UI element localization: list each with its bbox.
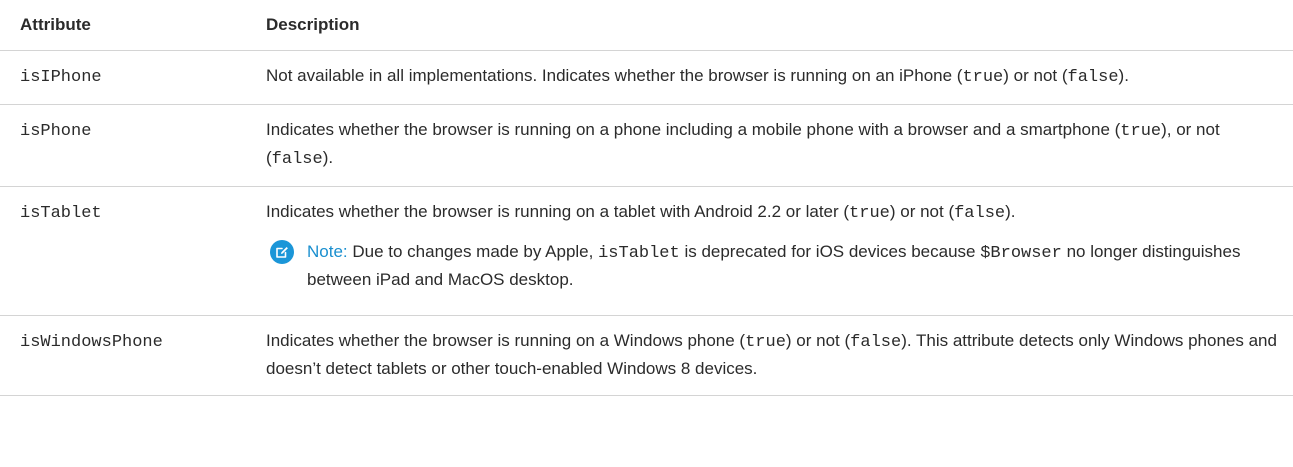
attribute-name: isIPhone	[0, 50, 266, 105]
header-description: Description	[266, 0, 1293, 51]
description-text: Not available in all implementations. In…	[266, 66, 963, 85]
table-row: isTablet Indicates whether the browser i…	[0, 186, 1293, 316]
description-text: ).	[322, 148, 334, 167]
code-false: false	[954, 204, 1006, 223]
description-text: ) or not (	[1003, 66, 1068, 85]
note-text: is deprecated for iOS devices because	[679, 242, 981, 261]
description-text: ) or not (	[785, 331, 851, 350]
attribute-code: isIPhone	[20, 68, 102, 87]
attribute-table: Attribute Description isIPhone Not avail…	[0, 0, 1293, 396]
note-callout: Note: Due to changes made by Apple, isTa…	[266, 239, 1285, 293]
table-row: isPhone Indicates whether the browser is…	[0, 104, 1293, 187]
code-false: false	[850, 333, 902, 352]
note-body: Note: Due to changes made by Apple, isTa…	[307, 239, 1285, 293]
code-true: true	[745, 333, 786, 352]
attribute-name: isWindowsPhone	[0, 315, 266, 396]
description-text: Indicates whether the browser is running…	[266, 331, 746, 350]
attribute-description: Indicates whether the browser is running…	[266, 315, 1293, 396]
edit-note-icon	[270, 240, 294, 264]
code-true: true	[1120, 122, 1162, 141]
attribute-description: Not available in all implementations. In…	[266, 50, 1293, 105]
table-row: isWindowsPhone Indicates whether the bro…	[0, 315, 1293, 396]
description-text: Indicates whether the browser is running…	[266, 202, 850, 221]
description-text: ).	[1118, 66, 1129, 85]
description-text: ).	[1005, 202, 1016, 221]
attribute-name: isTablet	[0, 186, 266, 316]
attribute-name: isPhone	[0, 104, 266, 187]
description-text: Indicates whether the browser is running…	[266, 120, 1121, 139]
attribute-description: Indicates whether the browser is running…	[266, 186, 1293, 316]
code-true: true	[962, 68, 1004, 87]
attribute-code: isWindowsPhone	[20, 333, 163, 352]
header-attribute: Attribute	[0, 0, 266, 51]
attribute-code: isPhone	[20, 122, 92, 141]
code-browser: $Browser	[980, 244, 1062, 263]
code-istablet: isTablet	[598, 244, 680, 263]
code-false: false	[271, 150, 323, 169]
description-text: ) or not (	[889, 202, 955, 221]
code-false: false	[1067, 68, 1119, 87]
code-true: true	[849, 204, 890, 223]
attribute-code: isTablet	[20, 204, 102, 223]
attribute-description: Indicates whether the browser is running…	[266, 104, 1293, 187]
note-text: Due to changes made by Apple,	[347, 242, 599, 261]
table-row: isIPhone Not available in all implementa…	[0, 50, 1293, 105]
table-header-row: Attribute Description	[0, 0, 1293, 51]
note-label: Note:	[307, 242, 348, 261]
